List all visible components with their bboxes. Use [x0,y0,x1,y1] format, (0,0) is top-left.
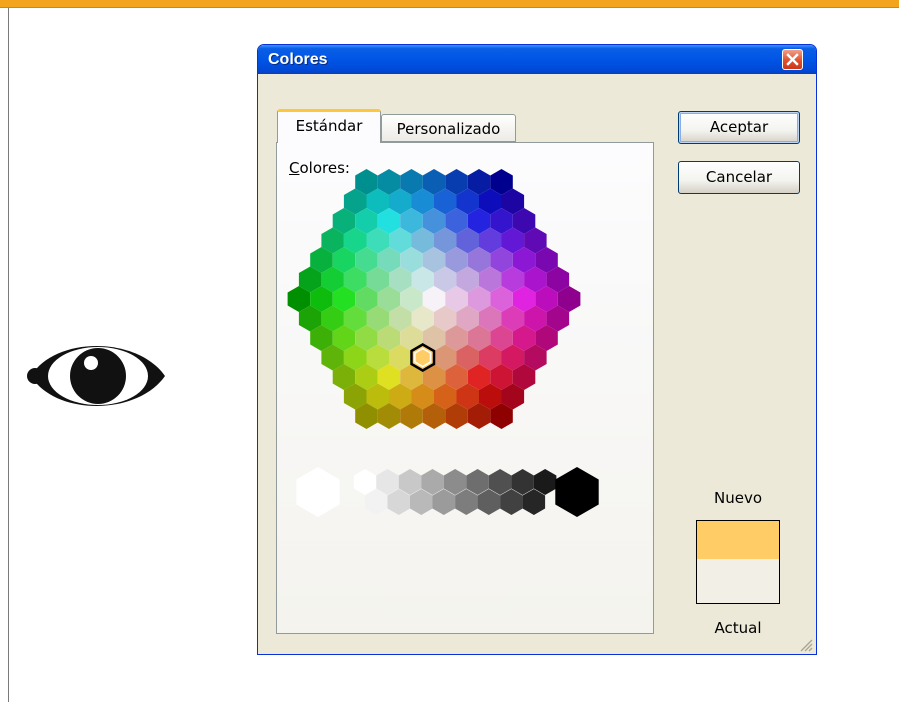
tab-panel: Colores: [276,142,654,634]
close-button[interactable] [782,49,803,70]
current-color-label: Actual [714,619,762,637]
color-hexagon-picker[interactable] [277,143,655,635]
close-icon [786,53,799,66]
color-preview [696,520,780,604]
white-swatch[interactable] [296,467,340,517]
eye-icon [27,346,165,406]
tab-estandar[interactable]: Estándar [277,109,381,143]
top-accent-bar [0,0,899,8]
current-color-swatch [697,559,779,603]
left-border-line [8,8,9,702]
tab-personalizado[interactable]: Personalizado [381,114,516,142]
accept-button[interactable]: Aceptar [678,111,800,144]
dialog-body: Personalizado Estándar Colores: Aceptar … [261,74,813,652]
new-color-swatch [697,521,779,559]
new-color-label: Nuevo [713,489,762,507]
colors-dialog: Colores Personalizado Estándar Colores: … [257,44,817,655]
cancel-button[interactable]: Cancelar [678,161,800,194]
black-swatch[interactable] [555,467,599,517]
resize-grip-icon[interactable] [799,638,813,652]
dialog-title: Colores [268,51,328,68]
title-bar[interactable]: Colores [258,45,816,74]
